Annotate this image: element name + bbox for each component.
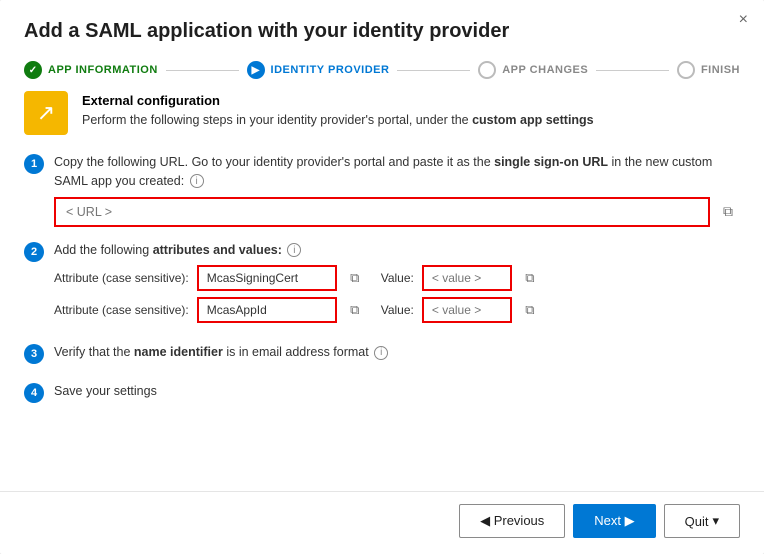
ext-config-desc-bold: custom app settings	[472, 113, 594, 127]
attr-value-input-2[interactable]	[422, 297, 512, 323]
steps-list: 1 Copy the following URL. Go to your ide…	[24, 153, 740, 407]
step-circle-4	[677, 61, 695, 79]
attr-row-1: Attribute (case sensitive): ⧉ Value: ⧉	[54, 265, 740, 291]
step-label-2: IDENTITY PROVIDER	[271, 64, 390, 76]
step-circle-3	[478, 61, 496, 79]
attr-input-2[interactable]	[197, 297, 337, 323]
attr-value-input-1[interactable]	[422, 265, 512, 291]
step-num-2: 2	[24, 242, 44, 262]
step3-text-before: Verify that the	[54, 345, 134, 359]
dialog-content: ↗ External configuration Perform the fol…	[0, 91, 764, 491]
attr-table: Attribute (case sensitive): ⧉ Value: ⧉ A…	[54, 265, 740, 323]
next-button[interactable]: Next ▶	[573, 504, 655, 538]
instruction-step-4: 4 Save your settings	[24, 382, 740, 407]
step-text-3: Verify that the name identifier is in em…	[54, 343, 740, 362]
attr1-value-copy-icon[interactable]: ⧉	[520, 268, 540, 288]
step-content-3: Verify that the name identifier is in em…	[54, 343, 740, 368]
step4-text-before: Save your settings	[54, 384, 157, 398]
quit-label: Quit	[685, 514, 709, 529]
attr2-copy-icon[interactable]: ⧉	[345, 300, 365, 320]
step-content-1: Copy the following URL. Go to your ident…	[54, 153, 740, 227]
attr2-value-copy-icon[interactable]: ⧉	[520, 300, 540, 320]
step-label-3: APP CHANGES	[502, 64, 588, 76]
previous-button[interactable]: ◀ Previous	[459, 504, 565, 538]
ext-config-icon: ↗	[24, 91, 68, 135]
step-app-information: ✓ APP INFORMATION	[24, 61, 158, 79]
ext-config-desc-before: Perform the following steps in your iden…	[82, 113, 472, 127]
attr-row-2: Attribute (case sensitive): ⧉ Value: ⧉	[54, 297, 740, 323]
attr1-copy-icon[interactable]: ⧉	[345, 268, 365, 288]
step-line-2	[397, 70, 470, 71]
attr-value-label-2: Value:	[381, 303, 414, 317]
step-num-4: 4	[24, 383, 44, 403]
url-box-wrapper: ⧉	[54, 197, 740, 227]
step-app-changes: APP CHANGES	[478, 61, 588, 79]
step-text-4: Save your settings	[54, 382, 740, 401]
url-copy-icon[interactable]: ⧉	[716, 200, 740, 224]
step1-text-before: Copy the following URL. Go to your ident…	[54, 155, 494, 169]
url-input[interactable]	[54, 197, 710, 227]
instruction-step-2: 2 Add the following attributes and value…	[24, 241, 740, 330]
step2-text-before: Add the following	[54, 243, 153, 257]
quit-button[interactable]: Quit ▾	[664, 504, 740, 538]
ext-config-title: External configuration	[82, 91, 594, 111]
step3-text-bold: name identifier	[134, 345, 223, 359]
step1-info-icon[interactable]: i	[190, 174, 204, 188]
step-identity-provider: ▶ IDENTITY PROVIDER	[247, 61, 390, 79]
step-num-1: 1	[24, 154, 44, 174]
step2-text-bold: attributes and values:	[153, 243, 282, 257]
instruction-step-3: 3 Verify that the name identifier is in …	[24, 343, 740, 368]
step-label-4: FINISH	[701, 64, 740, 76]
step-circle-2: ▶	[247, 61, 265, 79]
attr-value-label-1: Value:	[381, 271, 414, 285]
step-content-2: Add the following attributes and values:…	[54, 241, 740, 330]
ext-config-text: External configuration Perform the follo…	[82, 91, 594, 129]
step-num-3: 3	[24, 344, 44, 364]
quit-dropdown-icon: ▾	[712, 513, 719, 529]
step1-text-bold: single sign-on URL	[494, 155, 608, 169]
step2-info-icon[interactable]: i	[287, 243, 301, 257]
attr-input-1[interactable]	[197, 265, 337, 291]
ext-config-desc: Perform the following steps in your iden…	[82, 111, 594, 130]
instruction-step-1: 1 Copy the following URL. Go to your ide…	[24, 153, 740, 227]
step-circle-1: ✓	[24, 61, 42, 79]
dialog-title: Add a SAML application with your identit…	[0, 0, 764, 53]
stepper: ✓ APP INFORMATION ▶ IDENTITY PROVIDER AP…	[0, 53, 764, 91]
step-line-1	[166, 70, 239, 71]
attr-label-1: Attribute (case sensitive):	[54, 271, 189, 285]
step-text-2: Add the following attributes and values:…	[54, 241, 740, 260]
step-label-1: APP INFORMATION	[48, 64, 158, 76]
attr-label-2: Attribute (case sensitive):	[54, 303, 189, 317]
step-line-3	[596, 70, 669, 71]
ext-config-header: ↗ External configuration Perform the fol…	[24, 91, 740, 135]
step-text-1: Copy the following URL. Go to your ident…	[54, 153, 740, 191]
dialog-footer: ◀ Previous Next ▶ Quit ▾	[0, 491, 764, 554]
step3-info-icon[interactable]: i	[374, 346, 388, 360]
close-button[interactable]: ×	[739, 12, 748, 28]
step-finish: FINISH	[677, 61, 740, 79]
step-content-4: Save your settings	[54, 382, 740, 407]
step3-text-after: is in email address format	[223, 345, 369, 359]
dialog: × Add a SAML application with your ident…	[0, 0, 764, 554]
